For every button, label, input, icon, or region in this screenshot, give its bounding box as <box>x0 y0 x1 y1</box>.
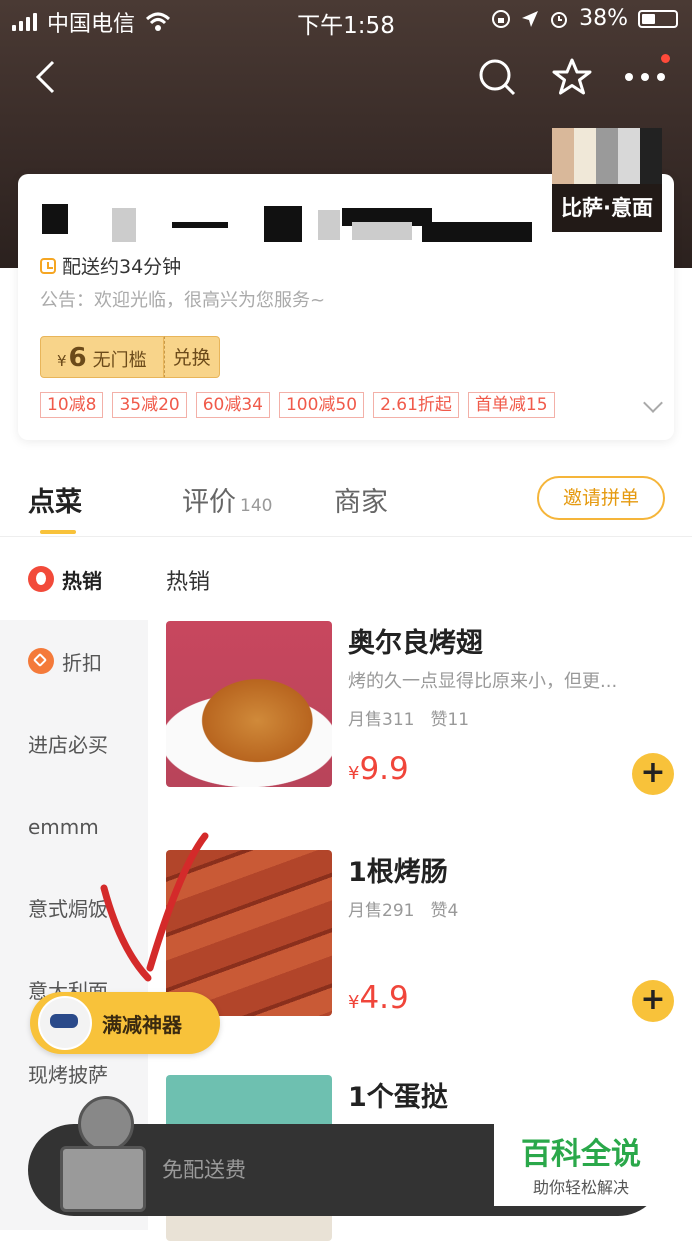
discount-tag-icon <box>28 648 54 674</box>
expand-promos-chevron-icon[interactable] <box>643 393 663 413</box>
coupon-label: 无门槛 <box>92 350 147 371</box>
menu-item-name: 1根烤肠 <box>348 857 448 888</box>
tab-order[interactable]: 点菜 <box>28 480 82 519</box>
menu-item-price-value: 9.9 <box>359 751 409 787</box>
location-icon <box>522 10 539 27</box>
sidebar-item-label: emmm <box>28 815 99 839</box>
orientation-lock-icon <box>492 9 511 28</box>
menu-item-photo <box>166 621 332 787</box>
sidebar-item-discount[interactable]: 折扣 <box>0 620 148 702</box>
robot-mascot-icon <box>38 996 92 1050</box>
back-button[interactable] <box>22 54 68 100</box>
delivery-time: 配送约34分钟 <box>40 252 181 279</box>
discount-helper-button[interactable]: 满减神器 <box>30 992 220 1054</box>
plus-icon: + <box>640 982 666 1017</box>
watermark: 百科全说 助你轻松解决 <box>494 1124 668 1206</box>
battery-icon <box>638 9 678 28</box>
menu-item-desc: 烤的久一点显得比原来小，但更... <box>348 671 618 692</box>
rider-head <box>78 1096 134 1152</box>
tab-merchant[interactable]: 商家 <box>334 480 388 519</box>
menu-item-price-value: 4.9 <box>359 980 409 1016</box>
tab-reviews-label: 评价 <box>182 487 236 518</box>
sidebar-item-must-buy[interactable]: 进店必买 <box>0 702 148 784</box>
search-icon <box>479 59 516 96</box>
shop-logo-caption: 比萨·意面 <box>552 184 662 232</box>
shop-logo: 比萨·意面 <box>552 128 662 232</box>
menu-item-likes: 赞11 <box>430 710 470 730</box>
coupon-value: ¥ 6 无门槛 <box>40 336 164 378</box>
clock-icon <box>40 257 56 274</box>
invite-group-order-button[interactable]: 邀请拼单 <box>537 476 665 520</box>
battery-label: 38% <box>579 6 628 31</box>
menu-item[interactable]: 1根烤肠 月售291 赞4 ¥4.9 + <box>166 850 676 1022</box>
menu-item-name: 1个蛋挞 <box>348 1082 448 1113</box>
discount-helper-label: 满减神器 <box>102 1012 182 1037</box>
menu-item-currency: ¥ <box>348 992 360 1013</box>
promo-tag: 2.61折起 <box>373 392 459 418</box>
promo-tag: 35减20 <box>112 392 187 418</box>
more-icon <box>625 73 665 81</box>
menu-item-name: 奥尔良烤翅 <box>348 628 483 659</box>
coupon-currency: ¥ <box>57 352 67 370</box>
tab-reviews[interactable]: 评价 140 <box>182 480 272 519</box>
star-icon <box>552 58 592 95</box>
plus-icon: + <box>640 755 666 790</box>
delivery-rider-cart-icon[interactable] <box>60 1096 146 1214</box>
sidebar-item-label: 意式焗饭 <box>28 896 108 921</box>
sidebar-item-label: 折扣 <box>62 650 102 675</box>
favorite-button[interactable] <box>549 54 595 100</box>
menu-item-monthly-sales: 月售311 <box>348 710 415 730</box>
alarm-icon <box>551 11 568 28</box>
chevron-left-icon <box>35 60 55 94</box>
promo-tag: 首单减15 <box>467 392 555 418</box>
fire-icon <box>28 566 54 592</box>
coupon-amount: 6 <box>68 343 87 373</box>
sidebar-item-label: 进店必买 <box>28 732 108 757</box>
coupon[interactable]: ¥ 6 无门槛 兑换 <box>40 336 220 378</box>
shop-notice: 公告：欢迎光临，很高兴为您服务~ <box>40 290 326 311</box>
status-bar: 中国电信 下午1:58 38% <box>0 0 692 40</box>
menu-item-stats: 月售311 赞11 <box>348 705 469 730</box>
sidebar-item-label: 热销 <box>62 568 102 593</box>
sidebar-item-label: 现烤披萨 <box>28 1062 108 1087</box>
shop-name-redacted <box>42 192 532 244</box>
search-button[interactable] <box>474 54 520 100</box>
watermark-subtitle: 助你轻松解决 <box>532 1178 629 1197</box>
menu-item-likes: 赞4 <box>430 901 459 921</box>
promo-tags: 10减8 35减20 60减34 100减50 2.61折起 首单减15 <box>40 392 555 418</box>
menu-item-price: ¥9.9 <box>348 751 409 787</box>
promo-tag: 60减34 <box>195 392 270 418</box>
menu-section-title: 热销 <box>166 570 211 595</box>
tab-reviews-count: 140 <box>240 496 273 516</box>
annotation-arrow <box>100 832 209 982</box>
menu-item-stats: 月售291 赞4 <box>348 896 458 921</box>
watermark-title: 百科全说 <box>521 1137 641 1172</box>
tab-active-indicator <box>40 530 76 534</box>
notification-dot <box>661 54 670 63</box>
promo-tag: 100减50 <box>278 392 365 418</box>
menu-item-price: ¥4.9 <box>348 980 409 1016</box>
delivery-box <box>60 1146 146 1212</box>
promo-tag: 10减8 <box>40 392 104 418</box>
sidebar-item-hot[interactable]: 热销 <box>0 538 148 620</box>
menu-item[interactable]: 奥尔良烤翅 烤的久一点显得比原来小，但更... 月售311 赞11 ¥9.9 + <box>166 621 676 795</box>
menu-item-monthly-sales: 月售291 <box>348 901 415 921</box>
coupon-exchange-button[interactable]: 兑换 <box>163 336 220 378</box>
menu-item-currency: ¥ <box>348 763 360 784</box>
add-to-cart-button[interactable]: + <box>632 753 674 795</box>
delivery-time-label: 配送约34分钟 <box>62 256 182 278</box>
add-to-cart-button[interactable]: + <box>632 980 674 1022</box>
free-delivery-label: 免配送费 <box>162 1158 246 1182</box>
